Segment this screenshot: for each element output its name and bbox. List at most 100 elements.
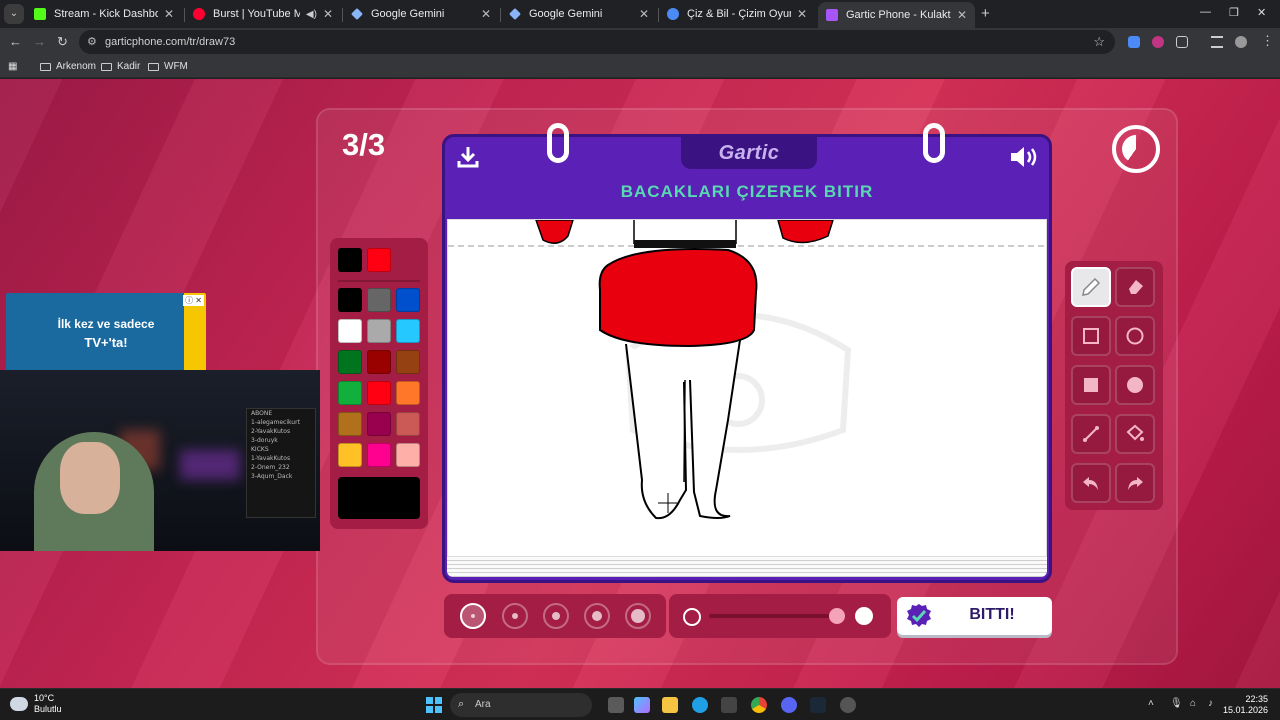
brush-size-3[interactable] — [543, 603, 569, 629]
site-info-icon[interactable]: ⚙ — [87, 35, 97, 48]
brush-size-2[interactable] — [502, 603, 528, 629]
color-swatch[interactable] — [367, 412, 391, 436]
chrome-icon[interactable] — [751, 697, 767, 713]
bookmark-folder-kadir[interactable]: Kadir — [101, 61, 140, 72]
eraser-tool[interactable] — [1115, 267, 1155, 307]
reading-list-icon[interactable] — [1211, 36, 1223, 48]
close-icon[interactable]: ✕ — [797, 7, 807, 21]
color-swatch[interactable] — [367, 443, 391, 467]
tray-overflow-icon[interactable]: ˄ — [1148, 698, 1154, 709]
bookmark-folder-wfm[interactable]: WFM — [148, 61, 188, 72]
tab-search-button[interactable]: ⌄ — [4, 4, 24, 24]
start-button[interactable] — [426, 697, 442, 713]
network-icon[interactable]: ⌂ — [1190, 698, 1196, 709]
menu-kebab-icon[interactable]: ⋮ — [1261, 33, 1274, 49]
back-button[interactable]: ← — [9, 34, 22, 49]
rectangle-outline-tool[interactable] — [1071, 316, 1111, 356]
bucket-tool[interactable] — [1115, 414, 1155, 454]
recent-color-swatch[interactable] — [367, 248, 391, 272]
done-button[interactable]: BITTI! — [897, 597, 1052, 635]
opacity-slider-knob[interactable] — [829, 608, 845, 624]
reload-button[interactable]: ↻ — [57, 34, 68, 50]
ellipse-outline-tool[interactable] — [1115, 316, 1155, 356]
file-explorer-icon[interactable] — [662, 697, 678, 713]
forward-button[interactable]: → — [33, 34, 46, 49]
redo-tool[interactable] — [1115, 463, 1155, 503]
tab-kick[interactable]: Stream - Kick Dashboard ✕ — [26, 2, 182, 26]
opacity-slider[interactable] — [669, 594, 891, 638]
drawing-canvas[interactable] — [447, 219, 1047, 557]
tab-gemini-2[interactable]: Google Gemini ✕ — [501, 2, 657, 26]
bookmark-star-icon[interactable]: ☆ — [1093, 34, 1105, 50]
close-window-button[interactable]: ✕ — [1257, 6, 1266, 19]
edge-icon[interactable] — [692, 697, 708, 713]
color-swatch[interactable] — [396, 288, 420, 312]
download-icon[interactable] — [457, 145, 479, 169]
steam-icon[interactable] — [810, 697, 826, 713]
discord-icon[interactable] — [781, 697, 797, 713]
brush-size-4[interactable] — [584, 603, 610, 629]
new-tab-button[interactable]: + — [981, 5, 990, 22]
color-swatch[interactable] — [396, 381, 420, 405]
color-swatch[interactable] — [338, 443, 362, 467]
close-icon[interactable]: ✕ — [323, 7, 333, 21]
restore-button[interactable]: ❐ — [1229, 6, 1239, 19]
tab-gemini-1[interactable]: Google Gemini ✕ — [343, 2, 499, 26]
current-color-preview[interactable] — [338, 477, 420, 519]
translate-extension-icon[interactable] — [1128, 36, 1140, 48]
close-icon[interactable]: ✕ — [481, 7, 491, 21]
brush-size-1[interactable] — [460, 603, 486, 629]
color-swatch[interactable] — [367, 381, 391, 405]
line-tool[interactable] — [1071, 414, 1111, 454]
color-swatch[interactable] — [367, 288, 391, 312]
opacity-track[interactable] — [709, 614, 839, 618]
copilot-icon[interactable] — [634, 697, 650, 713]
extension-icon[interactable] — [1152, 36, 1164, 48]
clock[interactable]: 22:35 15.01.2026 — [1223, 694, 1268, 716]
close-icon[interactable]: ✕ — [639, 7, 649, 21]
color-swatch[interactable] — [338, 319, 362, 343]
task-view-icon[interactable] — [608, 697, 624, 713]
recent-color-swatch[interactable] — [338, 248, 362, 272]
color-swatch[interactable] — [338, 412, 362, 436]
url-text[interactable]: garticphone.com/tr/draw73 — [105, 36, 235, 48]
bookmark-folder-arkenom[interactable]: Arkenom — [40, 61, 96, 72]
ellipse-fill-tool[interactable] — [1115, 365, 1155, 405]
profile-avatar[interactable] — [1235, 36, 1247, 48]
color-swatch[interactable] — [396, 412, 420, 436]
pencil-tool[interactable] — [1071, 267, 1111, 307]
advertisement[interactable]: ⓘ ✕ İlk kez ve sadece TV+'ta! — [6, 293, 206, 373]
weather-widget[interactable]: 10°C Bulutlu — [10, 693, 62, 715]
taskbar-search[interactable]: ⌕ Ara — [450, 693, 592, 717]
opacity-min-icon — [683, 608, 701, 626]
color-swatch[interactable] — [396, 443, 420, 467]
color-swatch[interactable] — [396, 319, 420, 343]
tab-gartic-phone[interactable]: Gartic Phone - Kulaktan Kulağa ✕ — [818, 2, 975, 28]
volume-icon[interactable]: ♪ — [1208, 698, 1213, 709]
close-icon[interactable]: ✕ — [164, 7, 174, 21]
speaker-icon[interactable]: ◀) — [306, 9, 317, 20]
color-swatch[interactable] — [367, 319, 391, 343]
tab-ciz-bil[interactable]: Çiz & Bil - Çizim Oyunu ✕ — [659, 2, 815, 26]
microphone-icon[interactable]: 🎙 — [1170, 698, 1183, 709]
ad-info-icon[interactable]: ⓘ ✕ — [183, 295, 204, 306]
drawing-board: Gartic BACAKLARI ÇIZEREK BITIR — [442, 123, 1052, 583]
close-icon[interactable]: ✕ — [957, 8, 967, 22]
address-bar[interactable]: ⚙ garticphone.com/tr/draw73 ☆ — [79, 30, 1115, 54]
color-swatch[interactable] — [338, 350, 362, 374]
rectangle-fill-tool[interactable] — [1071, 365, 1111, 405]
apps-grid-icon[interactable]: ▦ — [8, 61, 17, 72]
color-swatch[interactable] — [367, 350, 391, 374]
store-icon[interactable] — [721, 697, 737, 713]
undo-tool[interactable] — [1071, 463, 1111, 503]
color-swatch[interactable] — [396, 350, 420, 374]
ellipse-fill-icon — [1127, 377, 1143, 393]
color-swatch[interactable] — [338, 288, 362, 312]
color-swatch[interactable] — [338, 381, 362, 405]
app-icon[interactable] — [840, 697, 856, 713]
tab-youtube-music[interactable]: Burst | YouTube Music ◀) ✕ — [185, 2, 341, 26]
minimize-button[interactable]: — — [1200, 6, 1211, 18]
extensions-puzzle-icon[interactable] — [1176, 36, 1188, 48]
speaker-icon[interactable] — [1009, 145, 1039, 169]
brush-size-5[interactable] — [625, 603, 651, 629]
